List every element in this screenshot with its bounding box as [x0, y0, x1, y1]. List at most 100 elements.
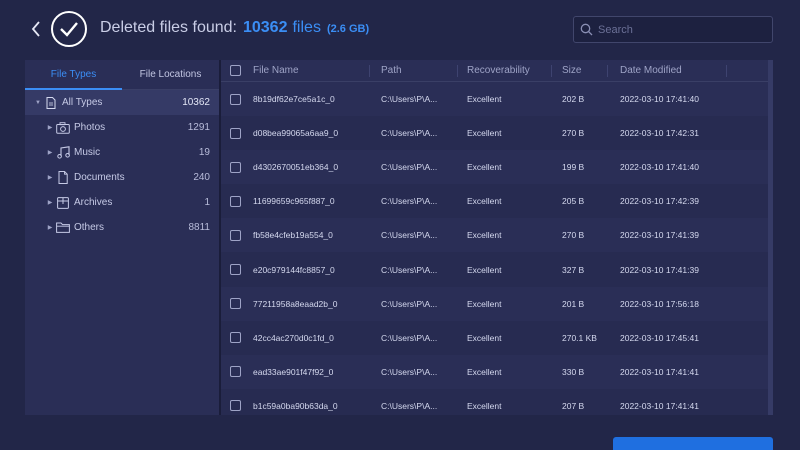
- file-table: File Name Path Recoverability Size Date …: [221, 60, 773, 415]
- search-input[interactable]: [598, 23, 758, 36]
- row-checkbox[interactable]: [230, 161, 241, 173]
- cell-file-name: 77211958a8eaad2b_0: [253, 298, 338, 309]
- table-row[interactable]: d08bea99065a6aa9_0 C:\Users\P\A... Excel…: [221, 116, 773, 151]
- column-size[interactable]: Size: [562, 65, 581, 76]
- row-checkbox[interactable]: [230, 93, 241, 105]
- page-title: Deleted files found: 10362 files (2.6 GB…: [100, 19, 369, 41]
- row-checkbox[interactable]: [230, 366, 241, 378]
- cell-path: C:\Users\P\A...: [381, 162, 438, 173]
- caret-right-icon[interactable]: ▶: [45, 124, 55, 131]
- search-icon: [580, 23, 593, 36]
- tree-label: Others: [74, 222, 105, 233]
- cell-file-name: d08bea99065a6aa9_0: [253, 128, 339, 139]
- table-row[interactable]: 11699659c965f887_0 C:\Users\P\A... Excel…: [221, 184, 773, 219]
- cell-path: C:\Users\P\A...: [381, 366, 438, 377]
- table-row[interactable]: d4302670051eb364_0 C:\Users\P\A... Excel…: [221, 150, 773, 185]
- table-row[interactable]: 8b19df62e7ce5a1c_0 C:\Users\P\A... Excel…: [221, 82, 773, 117]
- tree-item-music[interactable]: ▶ Music 19: [25, 140, 219, 165]
- tree-item-archives[interactable]: ▶ Archives 1: [25, 190, 219, 215]
- column-file-name[interactable]: File Name: [253, 65, 299, 76]
- cell-date: 2022-03-10 17:41:39: [620, 230, 699, 241]
- column-separator[interactable]: [369, 65, 370, 77]
- cell-file-name: ead33ae901f47f92_0: [253, 366, 334, 377]
- row-checkbox[interactable]: [230, 298, 241, 310]
- vertical-scrollbar[interactable]: [768, 60, 773, 415]
- tree-count: 240: [193, 172, 210, 183]
- column-separator[interactable]: [551, 65, 552, 77]
- row-checkbox[interactable]: [230, 195, 241, 207]
- cell-recoverability: Excellent: [467, 400, 502, 411]
- cell-recoverability: Excellent: [467, 264, 502, 275]
- cell-path: C:\Users\P\A...: [381, 264, 438, 275]
- success-check-icon: [51, 11, 87, 47]
- scrollbar-thumb[interactable]: [768, 60, 773, 415]
- select-all-checkbox[interactable]: [230, 65, 241, 76]
- cell-path: C:\Users\P\A...: [381, 94, 438, 105]
- table-row[interactable]: e20c979144fc8857_0 C:\Users\P\A... Excel…: [221, 252, 773, 287]
- cell-date: 2022-03-10 17:41:40: [620, 162, 699, 173]
- column-separator[interactable]: [457, 65, 458, 77]
- table-row[interactable]: 42cc4ac270d0c1fd_0 C:\Users\P\A... Excel…: [221, 320, 773, 355]
- cell-date: 2022-03-10 17:45:41: [620, 332, 699, 343]
- search-box[interactable]: [573, 16, 773, 43]
- column-recoverability[interactable]: Recoverability: [467, 65, 530, 76]
- camera-icon: [55, 121, 71, 135]
- cell-file-name: 11699659c965f887_0: [253, 196, 335, 207]
- document-icon: [43, 96, 59, 110]
- row-checkbox[interactable]: [230, 264, 241, 276]
- tab-file-locations[interactable]: File Locations: [122, 60, 219, 89]
- cell-recoverability: Excellent: [467, 94, 502, 105]
- table-row[interactable]: 77211958a8eaad2b_0 C:\Users\P\A... Excel…: [221, 286, 773, 321]
- cell-file-name: d4302670051eb364_0: [253, 162, 339, 173]
- cell-path: C:\Users\P\A...: [381, 332, 438, 343]
- caret-right-icon[interactable]: ▶: [45, 174, 55, 181]
- table-row[interactable]: fb58e4cfeb19a554_0 C:\Users\P\A... Excel…: [221, 218, 773, 253]
- cell-date: 2022-03-10 17:41:39: [620, 264, 699, 275]
- tab-file-types[interactable]: File Types: [25, 60, 122, 90]
- cell-file-name: 8b19df62e7ce5a1c_0: [253, 94, 335, 105]
- cell-recoverability: Excellent: [467, 230, 502, 241]
- row-checkbox[interactable]: [230, 127, 241, 139]
- cell-path: C:\Users\P\A...: [381, 230, 438, 241]
- tree-count: 1291: [187, 122, 210, 133]
- caret-right-icon[interactable]: ▶: [45, 149, 55, 156]
- caret-right-icon[interactable]: ▶: [45, 224, 55, 231]
- tree-item-others[interactable]: ▶ Others 8811: [25, 215, 219, 240]
- tree-count: 8811: [188, 222, 210, 233]
- cell-date: 2022-03-10 17:56:18: [620, 298, 699, 309]
- file-type-tree: ▼ All Types 10362 ▶ Photos 1291 ▶ Music …: [25, 90, 219, 240]
- table-row[interactable]: b1c59a0ba90b63da_0 C:\Users\P\A... Excel…: [221, 388, 773, 415]
- caret-right-icon[interactable]: ▶: [45, 199, 55, 206]
- recover-button[interactable]: [613, 437, 773, 450]
- tree-item-photos[interactable]: ▶ Photos 1291: [25, 115, 219, 140]
- table-row[interactable]: ead33ae901f47f92_0 C:\Users\P\A... Excel…: [221, 354, 773, 389]
- tree-label: Documents: [74, 172, 125, 183]
- total-size: (2.6 GB): [326, 23, 370, 35]
- row-checkbox[interactable]: [230, 332, 241, 344]
- cell-path: C:\Users\P\A...: [381, 128, 438, 139]
- cell-path: C:\Users\P\A...: [381, 400, 438, 411]
- cell-date: 2022-03-10 17:42:31: [620, 128, 699, 139]
- column-date-modified[interactable]: Date Modified: [620, 65, 682, 76]
- cell-recoverability: Excellent: [467, 366, 502, 377]
- cell-date: 2022-03-10 17:41:41: [620, 400, 699, 411]
- back-button[interactable]: [26, 18, 46, 40]
- tree-label: Archives: [74, 197, 113, 208]
- cell-file-name: 42cc4ac270d0c1fd_0: [253, 332, 334, 343]
- column-path[interactable]: Path: [381, 65, 402, 76]
- tree-count: 1: [204, 197, 210, 208]
- files-count: 10362: [242, 19, 288, 36]
- cell-size: 270 B: [562, 128, 585, 139]
- cell-recoverability: Excellent: [467, 298, 502, 309]
- cell-size: 199 B: [562, 162, 585, 173]
- cell-size: 327 B: [562, 264, 585, 275]
- cell-file-name: fb58e4cfeb19a554_0: [253, 230, 333, 241]
- row-checkbox[interactable]: [230, 229, 241, 241]
- column-separator[interactable]: [607, 65, 608, 77]
- tree-label: Photos: [74, 122, 106, 133]
- tree-item-documents[interactable]: ▶ Documents 240: [25, 165, 219, 190]
- column-separator[interactable]: [726, 65, 727, 77]
- tree-item-all-types[interactable]: ▼ All Types 10362: [25, 90, 219, 115]
- caret-down-icon[interactable]: ▼: [33, 100, 43, 106]
- row-checkbox[interactable]: [230, 400, 241, 412]
